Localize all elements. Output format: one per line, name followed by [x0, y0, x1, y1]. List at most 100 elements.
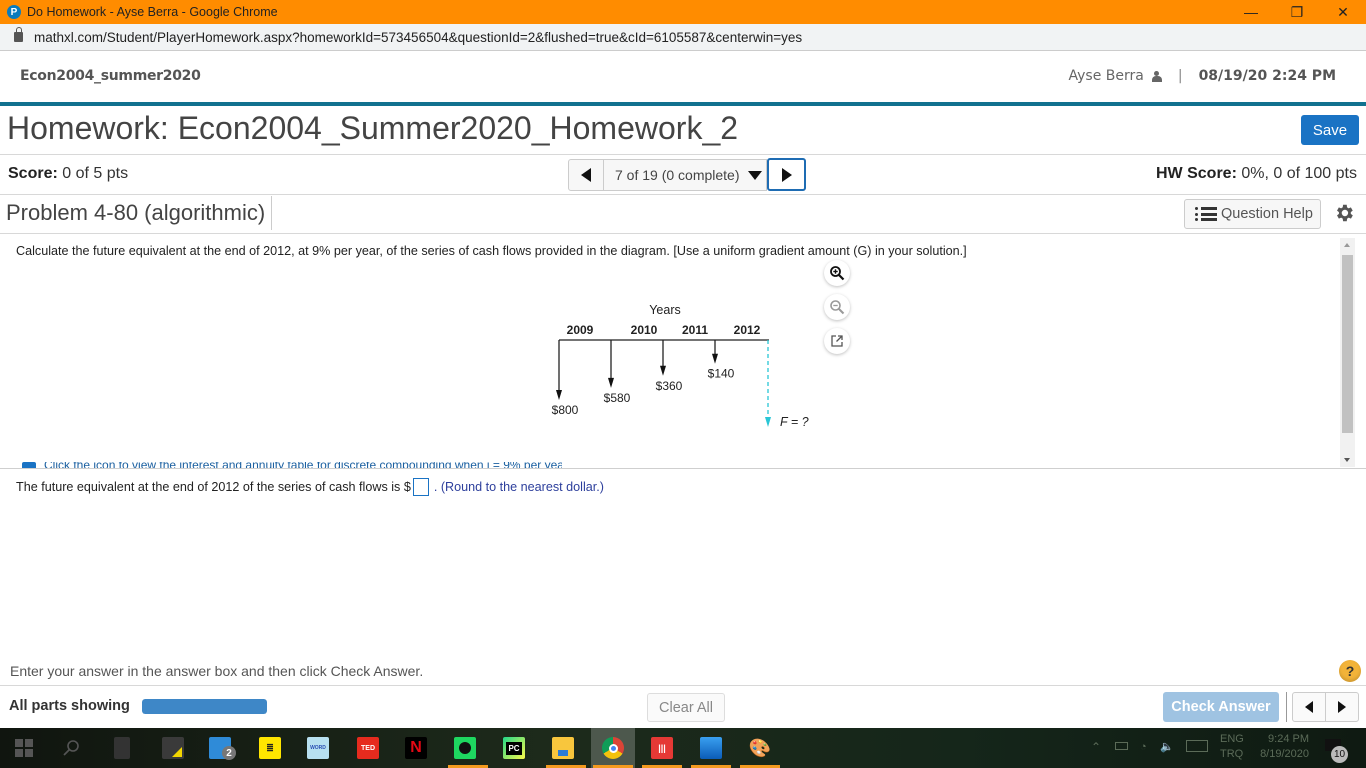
window-titlebar: P Do Homework - Ayse Berra - Google Chro…	[0, 0, 1366, 24]
diagram-axis-label: Years	[649, 303, 681, 317]
cash-flow-amount-label: $360	[656, 379, 683, 393]
question-navigator: 7 of 19 (0 complete)	[568, 158, 806, 191]
question-score: Score: 0 of 5 pts	[8, 165, 128, 183]
cash-flow-amount-label: $580	[604, 391, 631, 405]
spotify-icon[interactable]	[454, 737, 476, 759]
lock-icon	[14, 27, 23, 42]
year-label: 2009	[567, 323, 594, 337]
task-view-icon[interactable]	[114, 737, 130, 759]
window-title: Do Homework - Ayse Berra - Google Chrome	[27, 5, 278, 19]
page-title: Homework: Econ2004_Summer2020_Homework_2	[7, 110, 739, 146]
previous-question-button[interactable]	[568, 159, 604, 191]
year-label: 2010	[631, 323, 658, 337]
year-label: 2012	[734, 323, 761, 337]
word-app-icon[interactable]: WORD	[307, 737, 329, 759]
language-indicator[interactable]: ENG TRQ	[1220, 732, 1244, 762]
wifi-icon[interactable]: ◔	[1140, 740, 1147, 755]
clear-all-button[interactable]: Clear All	[647, 693, 725, 722]
volume-icon[interactable]: 🔈	[1160, 740, 1174, 755]
answer-line: The future equivalent at the end of 2012…	[16, 478, 604, 496]
divider	[0, 194, 1366, 195]
search-icon[interactable]	[62, 739, 80, 757]
footer-separator	[1286, 692, 1287, 722]
ted-icon[interactable]: TED	[357, 737, 379, 759]
parts-progress-fill	[142, 699, 267, 714]
file-explorer-icon[interactable]	[552, 737, 574, 759]
answer-input[interactable]	[412, 478, 429, 496]
tray-chevron-icon[interactable]: ⌃	[1091, 740, 1101, 755]
zoom-in-icon	[830, 266, 845, 281]
paint-icon[interactable]: 🎨	[749, 737, 771, 759]
mail-badge: 2	[222, 746, 236, 760]
question-help-label: Question Help	[1221, 206, 1313, 222]
scroll-thumb[interactable]	[1342, 255, 1353, 433]
clock-date: 8/19/2020	[1260, 748, 1309, 760]
keyboard-icon[interactable]	[1186, 740, 1208, 752]
footer-previous-button[interactable]	[1292, 692, 1326, 722]
cash-flow-diagram: Years 2009 2010 2011 2012 $800$580$360$140 …	[552, 303, 809, 429]
clock[interactable]: 9:24 PM 8/19/2020	[1254, 732, 1309, 762]
url-text[interactable]: mathxl.com/Student/PlayerHomework.aspx?h…	[34, 30, 802, 45]
battery-icon[interactable]	[1115, 742, 1128, 750]
scroll-up-icon[interactable]	[1344, 243, 1350, 247]
arrow-right-icon	[1338, 701, 1346, 713]
close-button[interactable]: ✕	[1320, 0, 1366, 24]
course-name[interactable]: Econ2004_summer2020	[20, 68, 201, 84]
user-area: Ayse Berra | 08/19/20 2:24 PM	[1069, 68, 1337, 84]
scroll-down-icon[interactable]	[1344, 458, 1350, 462]
clock-time: 9:24 PM	[1268, 733, 1309, 745]
problem-title: Problem 4-80 (algorithmic)	[6, 200, 266, 225]
question-selector[interactable]: 7 of 19 (0 complete)	[604, 159, 767, 191]
cash-flow-arrowhead	[712, 353, 718, 364]
future-value-label: F = ?	[780, 415, 809, 429]
address-bar[interactable]: mathxl.com/Student/PlayerHomework.aspx?h…	[0, 24, 1366, 51]
question-help-button[interactable]: Question Help	[1184, 199, 1321, 229]
cash-flow-arrowhead	[660, 365, 666, 376]
language-bottom: TRQ	[1220, 748, 1244, 760]
notepad-icon[interactable]: ≣	[259, 737, 281, 759]
question-selector-label: 7 of 19 (0 complete)	[615, 167, 740, 183]
sticky-notes-icon[interactable]	[162, 737, 184, 759]
settings-gear-icon[interactable]	[1333, 202, 1355, 224]
score-label: Score:	[8, 165, 58, 182]
save-button[interactable]: Save	[1301, 115, 1359, 145]
restore-button[interactable]: ❐	[1274, 0, 1320, 24]
footer-next-button[interactable]	[1325, 692, 1359, 722]
answer-prefix: The future equivalent at the end of 2012…	[16, 480, 411, 494]
minimize-button[interactable]: —	[1228, 0, 1274, 24]
check-answer-button[interactable]: Check Answer	[1163, 692, 1279, 722]
header-separator: |	[1177, 68, 1183, 84]
instruction-text: Enter your answer in the answer box and …	[10, 663, 424, 679]
header-datetime: 08/19/20 2:24 PM	[1198, 68, 1336, 84]
help-icon[interactable]: ?	[1339, 660, 1361, 682]
parts-label: All parts showing	[9, 698, 130, 714]
cash-flow-amount-label: $140	[708, 367, 735, 381]
pane-divider[interactable]	[0, 468, 1366, 469]
divider	[0, 685, 1366, 686]
hw-score-value: 0%, 0 of 100 pts	[1241, 165, 1357, 182]
pycharm-icon[interactable]: PC	[503, 737, 525, 759]
arrow-left-icon	[1305, 701, 1313, 713]
chrome-icon[interactable]	[602, 737, 624, 759]
red-app-icon[interactable]: |||	[651, 737, 673, 759]
notification-count-badge: 10	[1331, 746, 1348, 763]
year-label: 2011	[682, 323, 708, 337]
next-question-button[interactable]	[767, 158, 806, 191]
arrow-left-icon	[581, 168, 591, 182]
caret-down-icon	[747, 170, 762, 180]
question-scrollbar[interactable]	[1340, 238, 1355, 467]
list-icon	[1195, 207, 1217, 221]
cash-flow-amount-label: $800	[552, 403, 579, 417]
netflix-icon[interactable]: N	[405, 737, 427, 759]
rounding-instruction: . (Round to the nearest dollar.)	[433, 480, 604, 494]
photos-icon[interactable]	[700, 737, 722, 759]
divider	[0, 233, 1366, 234]
parts-progress-bar	[142, 699, 267, 714]
cash-flow-arrowhead	[608, 377, 614, 388]
arrow-right-icon	[781, 167, 792, 182]
zoom-in-button[interactable]	[824, 260, 850, 286]
user-name[interactable]: Ayse Berra	[1069, 68, 1144, 84]
divider	[0, 154, 1366, 155]
windows-start-icon[interactable]	[15, 739, 33, 757]
score-value: 0 of 5 pts	[62, 165, 129, 182]
